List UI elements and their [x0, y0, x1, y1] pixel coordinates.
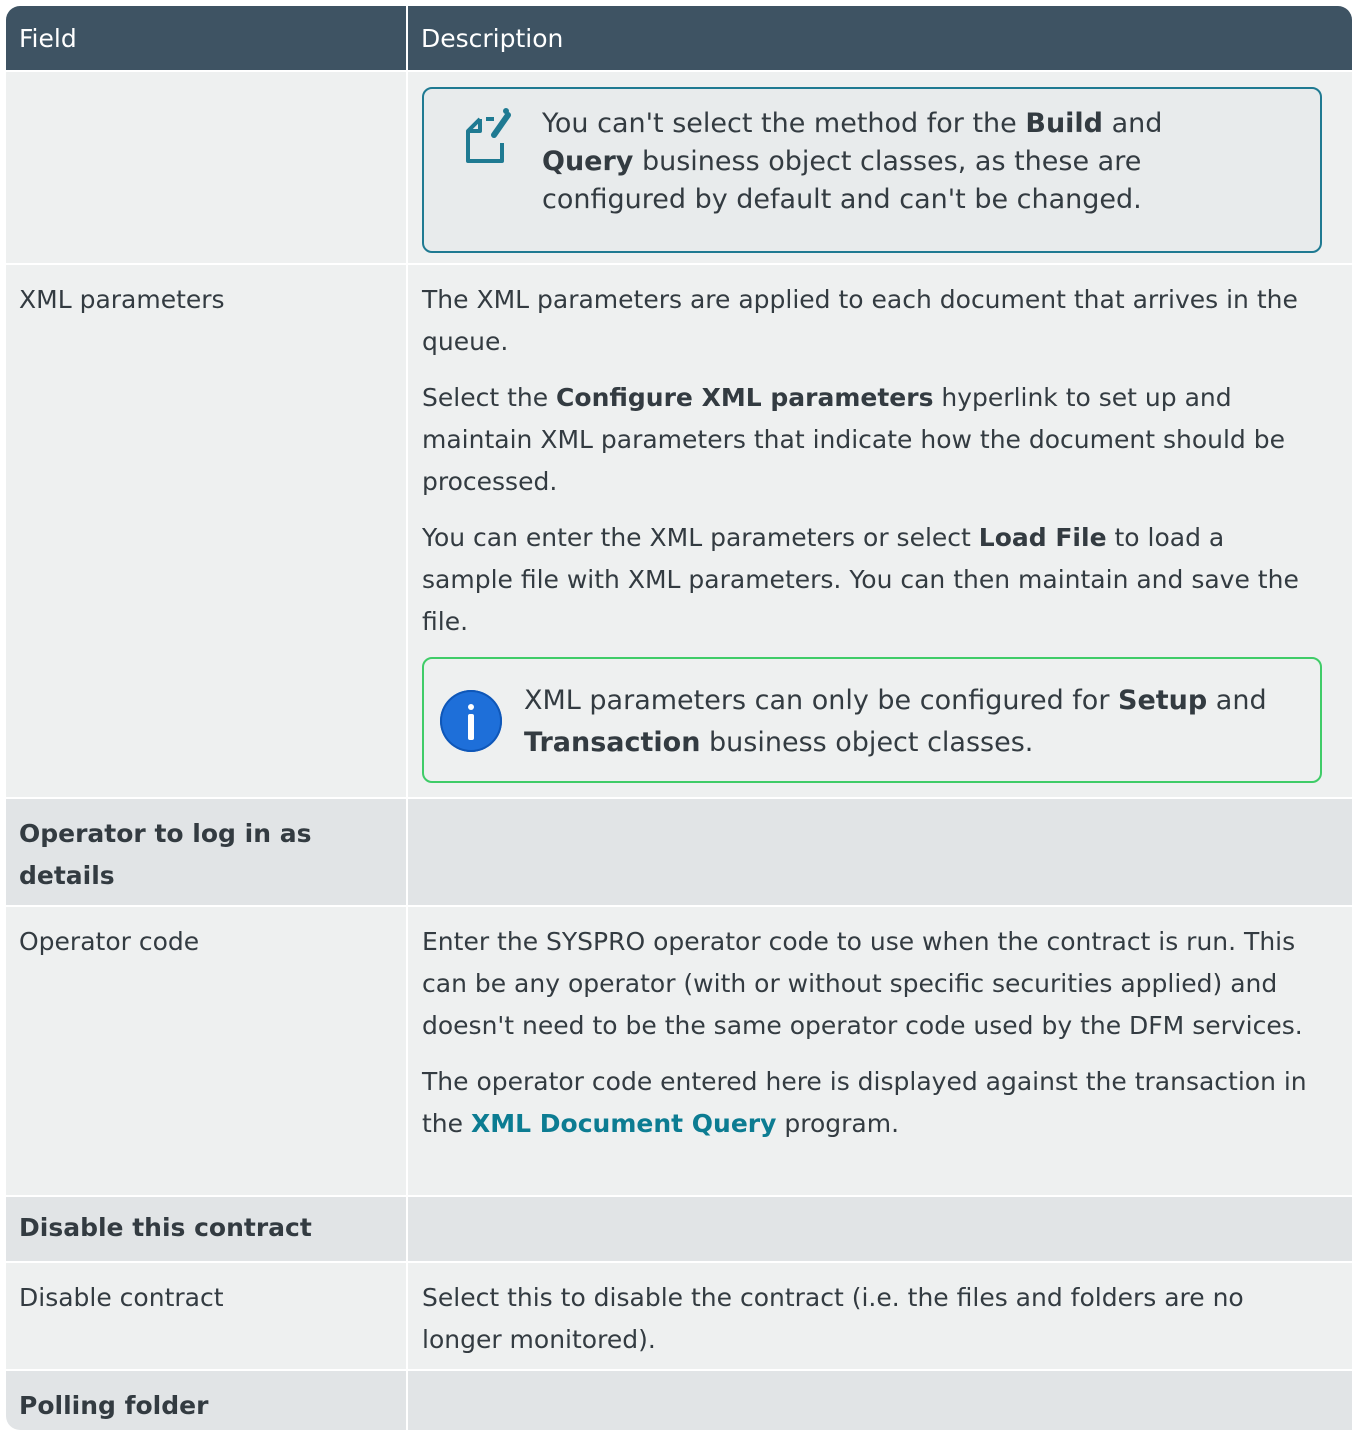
load-file-term: Load File: [978, 523, 1107, 552]
info-callout: XML parameters can only be configured fo…: [422, 657, 1322, 783]
section-heading: Disable this contract: [6, 1197, 408, 1261]
info-text: XML parameters can only be configured fo…: [524, 685, 1267, 758]
operator-paragraph-2: The operator code entered here is displa…: [422, 1067, 1307, 1138]
field-cell: XML parameters: [6, 265, 408, 797]
description-cell: [408, 799, 1352, 905]
xml-paragraph-1: The XML parameters are applied to each d…: [422, 285, 1298, 356]
description-cell: The XML parameters are applied to each d…: [408, 265, 1352, 797]
section-heading: Operator to log in as details: [6, 799, 408, 905]
description-cell: [408, 1371, 1352, 1430]
configure-xml-term: Configure XML parameters: [556, 383, 934, 412]
description-cell: Select this to disable the contract (i.e…: [422, 1283, 1244, 1354]
query-term: Query: [542, 146, 634, 177]
xml-document-query-link[interactable]: XML Document Query: [471, 1109, 776, 1138]
section-row-disable: Disable this contract: [6, 1197, 1352, 1263]
note-callout: You can't select the method for the Buil…: [422, 87, 1322, 253]
field-cell: Operator code: [6, 907, 408, 1195]
operator-paragraph-1: Enter the SYSPRO operator code to use wh…: [422, 927, 1303, 1040]
table-header: Field Description: [6, 6, 1352, 72]
table-row-operator-code: Operator code Enter the SYSPRO operator …: [6, 907, 1352, 1197]
header-field: Field: [6, 6, 408, 70]
info-icon: [440, 690, 502, 752]
description-cell: [408, 1197, 1352, 1261]
section-row-polling: Polling folder: [6, 1371, 1352, 1430]
description-cell: Enter the SYSPRO operator code to use wh…: [408, 907, 1352, 1195]
build-term: Build: [1025, 108, 1104, 139]
field-description-table: Field Description You can't select the m…: [6, 6, 1352, 1430]
description-cell: You can't select the method for the Buil…: [408, 72, 1352, 263]
table-row-xml-parameters: XML parameters The XML parameters are ap…: [6, 265, 1352, 799]
table-row-disable-contract: Disable contract Select this to disable …: [6, 1263, 1352, 1371]
header-description: Description: [421, 24, 564, 53]
xml-paragraph-3: You can enter the XML parameters or sele…: [422, 523, 1299, 636]
table-row: You can't select the method for the Buil…: [6, 72, 1352, 265]
xml-paragraph-2: Select the Configure XML parameters hype…: [422, 383, 1285, 496]
note-edit-icon: [466, 108, 511, 163]
field-cell: Disable contract: [6, 1263, 408, 1369]
setup-term: Setup: [1118, 685, 1208, 716]
transaction-term: Transaction: [524, 727, 701, 758]
note-text: You can't select the method for the Buil…: [542, 108, 1163, 215]
section-row-operator: Operator to log in as details: [6, 799, 1352, 907]
section-heading: Polling folder: [6, 1371, 408, 1430]
field-cell: [6, 72, 408, 263]
